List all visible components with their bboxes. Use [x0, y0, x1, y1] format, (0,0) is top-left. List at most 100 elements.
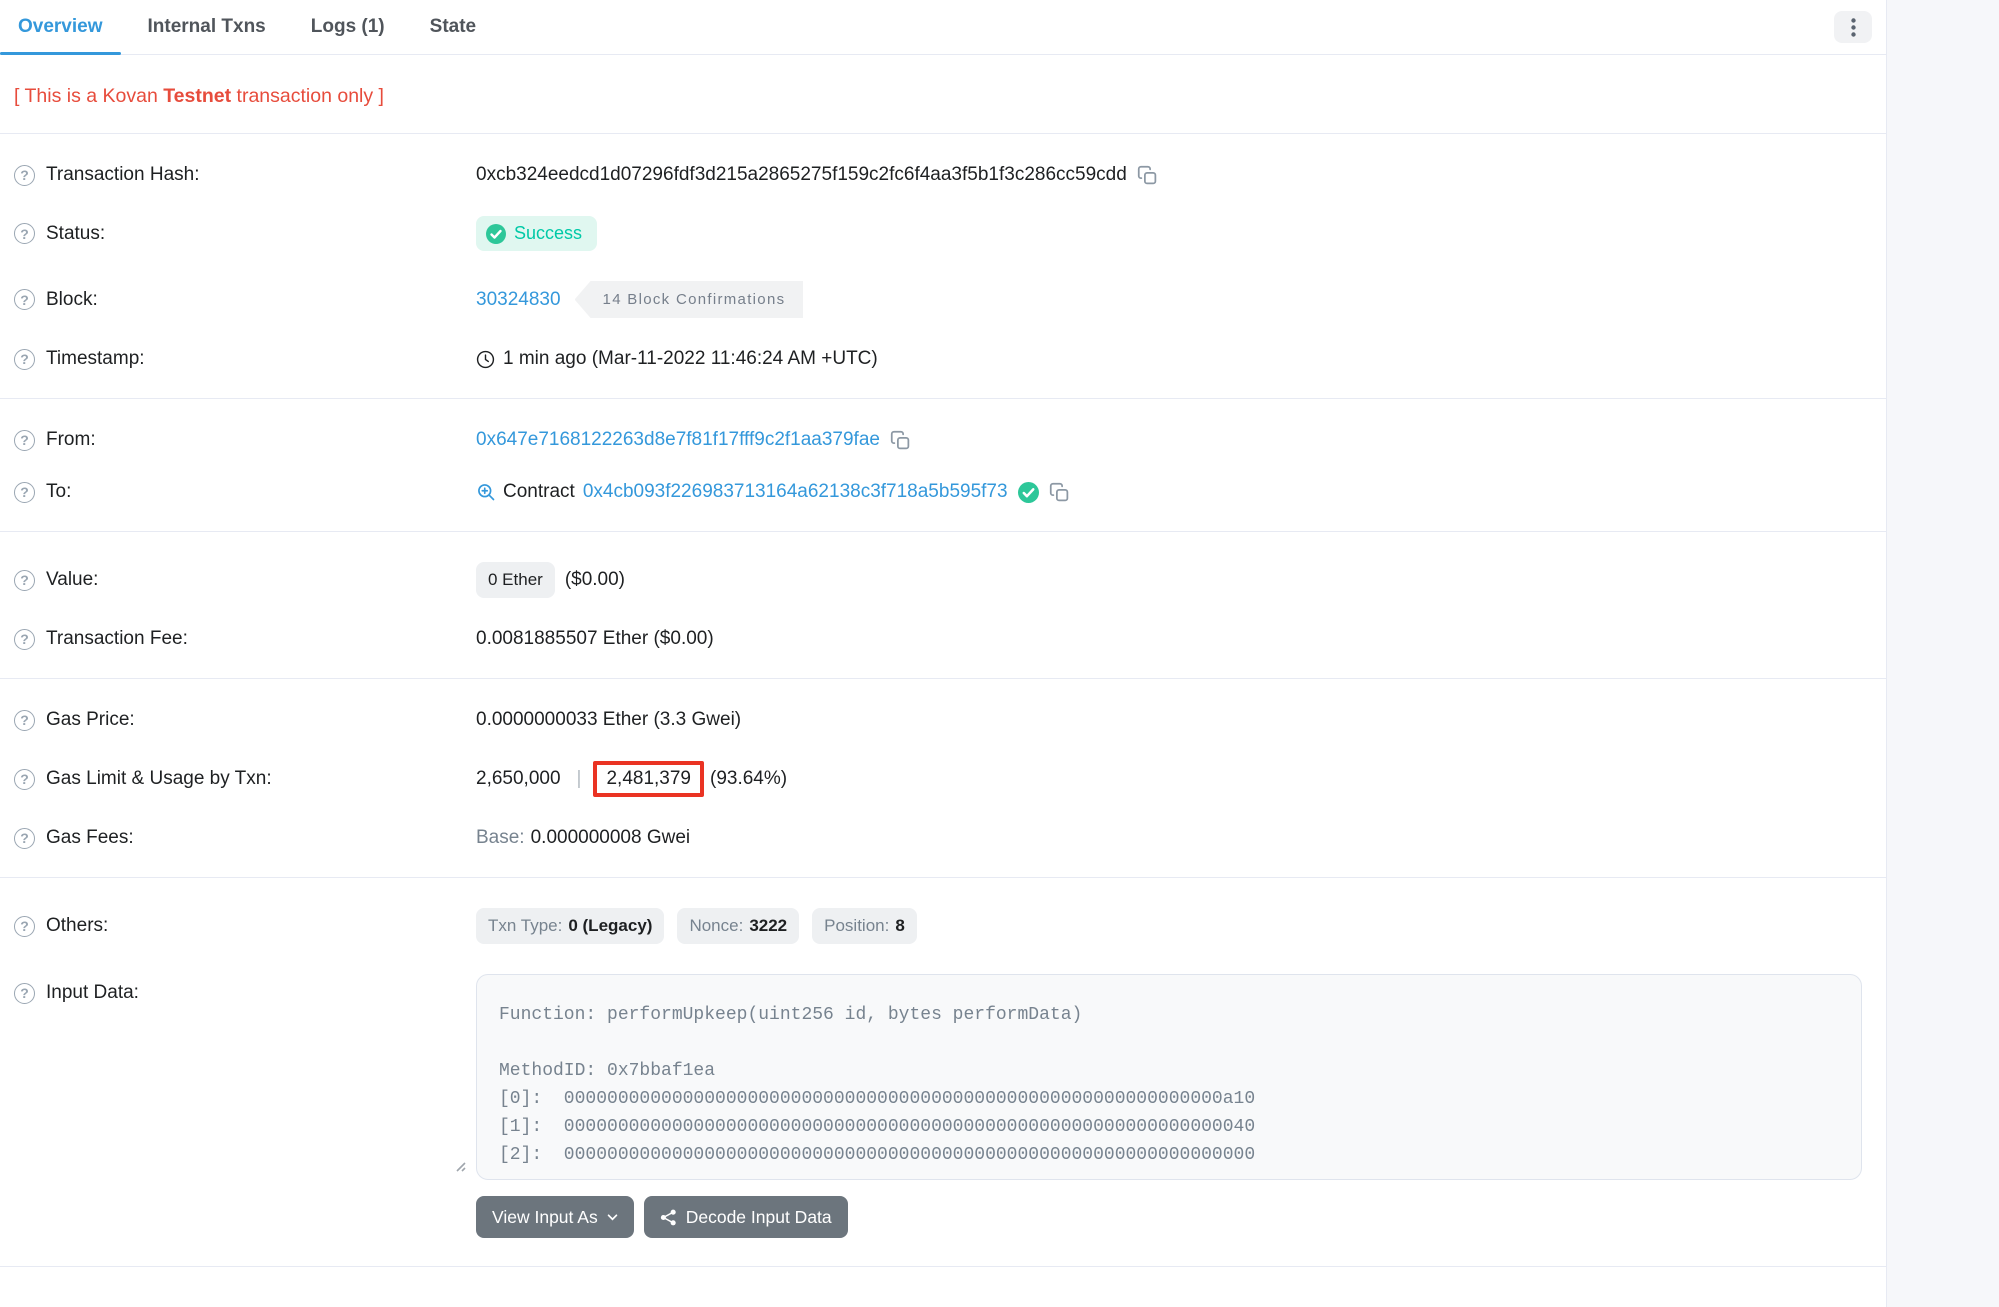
position-label: Position: — [824, 916, 889, 936]
section-parties: From: 0x647e7168122263d8e7f81f17fff9c2f1… — [0, 399, 1886, 531]
row-others: Others: Txn Type: 0 (Legacy) Nonce: 3222… — [14, 908, 1872, 944]
decode-input-data-button[interactable]: Decode Input Data — [644, 1196, 848, 1238]
verified-check-icon — [1018, 482, 1039, 503]
gas-used-value: 2,481,379 — [606, 768, 691, 789]
help-icon[interactable] — [14, 223, 35, 244]
copy-icon — [1049, 482, 1070, 503]
row-block: Block: 30324830 14 Block Confirmations — [14, 281, 1872, 318]
help-icon[interactable] — [14, 482, 35, 503]
row-value: Value: 0 Ether ($0.00) — [14, 562, 1872, 598]
row-gas-fees: Gas Fees: Base: 0.000000008 Gwei — [14, 827, 1872, 849]
testnet-notice-bold: Testnet — [163, 85, 231, 107]
help-icon[interactable] — [14, 916, 35, 937]
gas-limit-value: 2,650,000 — [476, 768, 561, 790]
position-badge: Position: 8 — [812, 908, 917, 944]
help-icon[interactable] — [14, 769, 35, 790]
input-data-label: Input Data: — [46, 982, 139, 1004]
gas-used-percent: (93.64%) — [710, 768, 787, 790]
tab-overview[interactable]: Overview — [0, 0, 121, 54]
row-gas-limit-usage: Gas Limit & Usage by Txn: 2,650,000 | 2,… — [14, 761, 1872, 797]
transaction-page: Overview Internal Txns Logs (1) State [ … — [0, 0, 1999, 1307]
tabs: Overview Internal Txns Logs (1) State — [0, 0, 503, 54]
status-label: Status: — [46, 223, 105, 245]
help-icon[interactable] — [14, 570, 35, 591]
transaction-hash-label: Transaction Hash: — [46, 164, 199, 186]
help-icon[interactable] — [14, 165, 35, 186]
row-status: Status: Success — [14, 216, 1872, 251]
input-data-textarea[interactable]: Function: performUpkeep(uint256 id, byte… — [476, 974, 1862, 1180]
input-actions: View Input As — [476, 1196, 1872, 1238]
value-usd: ($0.00) — [565, 569, 625, 591]
copy-icon — [1137, 165, 1158, 186]
txn-type-value: 0 (Legacy) — [568, 916, 652, 936]
gas-limit-label: Gas Limit & Usage by Txn: — [46, 768, 272, 790]
gas-used-annotation-box: 2,481,379 — [593, 761, 704, 797]
gas-fees-label: Gas Fees: — [46, 827, 134, 849]
help-icon[interactable] — [14, 349, 35, 370]
transaction-hash-value: 0xcb324eedcd1d07296fdf3d215a2865275f159c… — [476, 164, 1127, 186]
help-icon[interactable] — [14, 710, 35, 731]
gas-price-label: Gas Price: — [46, 709, 135, 731]
success-check-icon — [486, 224, 506, 244]
block-label: Block: — [46, 289, 98, 311]
to-type-label: Contract — [503, 481, 575, 503]
row-transaction-hash: Transaction Hash: 0xcb324eedcd1d07296fdf… — [14, 164, 1872, 186]
transaction-fee-label: Transaction Fee: — [46, 628, 188, 650]
gas-fees-base-value: 0.000000008 Gwei — [531, 827, 691, 849]
row-input-data: Input Data: Function: performUpkeep(uint… — [14, 974, 1872, 1238]
copy-to-button[interactable] — [1049, 482, 1070, 503]
status-badge-text: Success — [514, 223, 582, 244]
divider — [0, 1266, 1886, 1267]
testnet-notice: [ This is a Kovan Testnet transaction on… — [14, 85, 1872, 108]
nonce-label: Nonce: — [689, 916, 743, 936]
block-number-link[interactable]: 30324830 — [476, 289, 561, 311]
tab-state[interactable]: State — [412, 0, 494, 54]
vertical-dots-icon — [1851, 18, 1856, 37]
ether-value-badge: 0 Ether — [476, 562, 555, 598]
txn-type-label: Txn Type: — [488, 916, 562, 936]
tab-bar: Overview Internal Txns Logs (1) State — [0, 0, 1886, 55]
to-address-link[interactable]: 0x4cb093f226983713164a62138c3f718a5b595f… — [583, 481, 1008, 503]
more-options-button[interactable] — [1834, 11, 1872, 43]
copy-txhash-button[interactable] — [1137, 165, 1158, 186]
row-from: From: 0x647e7168122263d8e7f81f17fff9c2f1… — [14, 429, 1872, 451]
row-transaction-fee: Transaction Fee: 0.0081885507 Ether ($0.… — [14, 628, 1872, 650]
from-address-link[interactable]: 0x647e7168122263d8e7f81f17fff9c2f1aa379f… — [476, 429, 880, 451]
section-value: Value: 0 Ether ($0.00) Transaction Fee: … — [0, 532, 1886, 678]
position-value: 8 — [895, 916, 904, 936]
section-gas: Gas Price: 0.0000000033 Ether (3.3 Gwei)… — [0, 679, 1886, 877]
help-icon[interactable] — [14, 289, 35, 310]
testnet-notice-suffix: transaction only ] — [231, 85, 384, 107]
tab-logs[interactable]: Logs (1) — [293, 0, 403, 54]
help-icon[interactable] — [14, 430, 35, 451]
help-icon[interactable] — [14, 828, 35, 849]
tab-internal-txns[interactable]: Internal Txns — [130, 0, 284, 54]
block-confirmations-badge: 14 Block Confirmations — [575, 281, 804, 318]
chevron-down-icon — [607, 1214, 618, 1221]
view-input-as-button[interactable]: View Input As — [476, 1196, 634, 1238]
testnet-notice-prefix: [ This is a Kovan — [14, 85, 163, 107]
gas-separator: | — [577, 768, 582, 790]
zoom-in-icon[interactable] — [476, 482, 496, 502]
copy-from-button[interactable] — [890, 430, 911, 451]
help-icon[interactable] — [14, 629, 35, 650]
nonce-badge: Nonce: 3222 — [677, 908, 799, 944]
row-gas-price: Gas Price: 0.0000000033 Ether (3.3 Gwei) — [14, 709, 1872, 731]
clock-icon — [476, 350, 495, 369]
view-input-as-label: View Input As — [492, 1207, 598, 1228]
row-to: To: Contract 0x4cb093f226983713164a62138… — [14, 481, 1872, 503]
status-badge: Success — [476, 216, 597, 251]
value-label: Value: — [46, 569, 98, 591]
from-label: From: — [46, 429, 96, 451]
section-others-input: Others: Txn Type: 0 (Legacy) Nonce: 3222… — [0, 878, 1886, 1266]
decode-icon — [660, 1209, 677, 1226]
page-gutter — [1887, 0, 1999, 1307]
transaction-fee-value: 0.0081885507 Ether ($0.00) — [476, 628, 714, 650]
others-label: Others: — [46, 915, 108, 937]
nonce-value: 3222 — [749, 916, 787, 936]
timestamp-value: 1 min ago (Mar-11-2022 11:46:24 AM +UTC) — [503, 348, 878, 370]
help-icon[interactable] — [14, 983, 35, 1004]
section-summary: Transaction Hash: 0xcb324eedcd1d07296fdf… — [0, 134, 1886, 398]
transaction-card: Overview Internal Txns Logs (1) State [ … — [0, 0, 1887, 1307]
timestamp-label: Timestamp: — [46, 348, 145, 370]
